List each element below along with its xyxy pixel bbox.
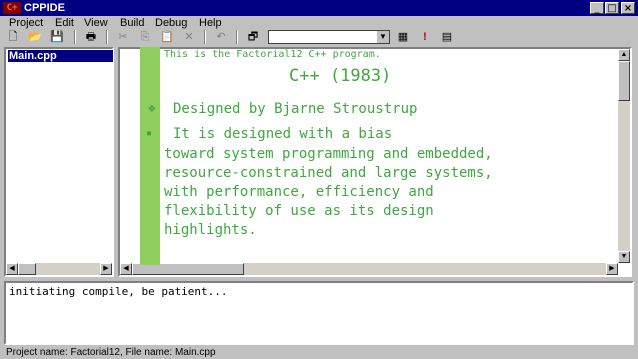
print-icon[interactable]: 🖶 bbox=[84, 30, 98, 44]
code-title-line: C++ (1983) bbox=[289, 66, 392, 86]
scroll-left-icon[interactable]: ◀ bbox=[120, 263, 132, 275]
menu-help[interactable]: Help bbox=[199, 16, 222, 30]
code-line: highlights. bbox=[164, 222, 257, 238]
menu-view[interactable]: View bbox=[84, 16, 108, 30]
minimize-button[interactable]: _ bbox=[590, 2, 604, 14]
undo-icon[interactable]: ↶ bbox=[214, 30, 228, 44]
maximize-button[interactable]: □ bbox=[605, 2, 619, 14]
status-text: Project name: Factorial12, File name: Ma… bbox=[6, 347, 216, 358]
file-list-item[interactable]: Main.cpp bbox=[8, 50, 113, 62]
new-file-icon[interactable]: 🗋 bbox=[6, 30, 20, 44]
stop-icon[interactable]: ! bbox=[418, 30, 432, 44]
close-button[interactable]: × bbox=[621, 2, 635, 14]
file-list-panel: Main.cpp ◀ ▶ bbox=[4, 47, 114, 277]
code-line: It is designed with a bias bbox=[173, 126, 393, 142]
scroll-left-icon[interactable]: ◀ bbox=[6, 263, 18, 275]
line-gutter bbox=[140, 47, 160, 265]
scroll-thumb[interactable] bbox=[618, 61, 630, 101]
code-line: with performance, efficiency and bbox=[164, 184, 434, 200]
menu-bar: Project Edit View Build Debug Help bbox=[0, 16, 638, 30]
copy-icon[interactable]: ⎘ bbox=[138, 30, 152, 44]
build-icon[interactable]: ▦ bbox=[396, 30, 410, 44]
properties-icon[interactable]: 🗗 bbox=[246, 30, 260, 44]
code-header-line: This is the Factorial12 C++ program. bbox=[164, 49, 381, 60]
output-text: initiating compile, be patient... bbox=[9, 285, 228, 298]
output-panel[interactable]: initiating compile, be patient... bbox=[4, 281, 634, 345]
code-line: flexibility of use as its design bbox=[164, 203, 434, 219]
scroll-right-icon[interactable]: ▶ bbox=[100, 263, 112, 275]
open-folder-icon[interactable]: 📂 bbox=[28, 30, 42, 44]
run-icon[interactable]: ▤ bbox=[440, 30, 454, 44]
code-line: toward system programming and embedded, bbox=[164, 146, 493, 162]
toolbar-separator bbox=[204, 30, 206, 44]
editor-vscrollbar[interactable]: ▲ ▼ bbox=[618, 49, 630, 263]
toolbar-separator bbox=[236, 30, 238, 44]
menu-edit[interactable]: Edit bbox=[55, 16, 74, 30]
cut-icon[interactable]: ✂ bbox=[116, 30, 130, 44]
toolbar-separator bbox=[106, 30, 108, 44]
scroll-right-icon[interactable]: ▶ bbox=[606, 263, 618, 275]
scroll-up-icon[interactable]: ▲ bbox=[618, 49, 630, 61]
bullet-diamond-icon: ❖ bbox=[148, 101, 156, 116]
menu-debug[interactable]: Debug bbox=[155, 16, 187, 30]
status-bar: Project name: Factorial12, File name: Ma… bbox=[0, 346, 638, 359]
code-line: resource-constrained and large systems, bbox=[164, 165, 493, 181]
scroll-down-icon[interactable]: ▼ bbox=[618, 251, 630, 263]
chevron-down-icon[interactable]: ▼ bbox=[377, 31, 389, 43]
save-icon[interactable]: 💾 bbox=[50, 30, 64, 44]
paste-icon[interactable]: 📋 bbox=[160, 30, 174, 44]
file-list-hscrollbar[interactable]: ◀ ▶ bbox=[6, 263, 112, 275]
bullet-square-icon: ▪ bbox=[146, 128, 153, 139]
code-bullet-line: Designed by Bjarne Stroustrup bbox=[173, 101, 418, 117]
delete-icon[interactable]: ✕ bbox=[182, 30, 196, 44]
window-title: CPPIDE bbox=[24, 2, 65, 14]
menu-build[interactable]: Build bbox=[120, 16, 144, 30]
app-icon[interactable]: C+ bbox=[3, 2, 21, 14]
title-bar: C+ CPPIDE _ □ × bbox=[0, 0, 638, 16]
editor-hscrollbar[interactable]: ◀ ▶ bbox=[120, 263, 618, 275]
toolbar-separator bbox=[74, 30, 76, 44]
menu-project[interactable]: Project bbox=[9, 16, 43, 30]
target-combo[interactable]: ▼ bbox=[268, 30, 390, 44]
scroll-thumb[interactable] bbox=[18, 263, 36, 275]
